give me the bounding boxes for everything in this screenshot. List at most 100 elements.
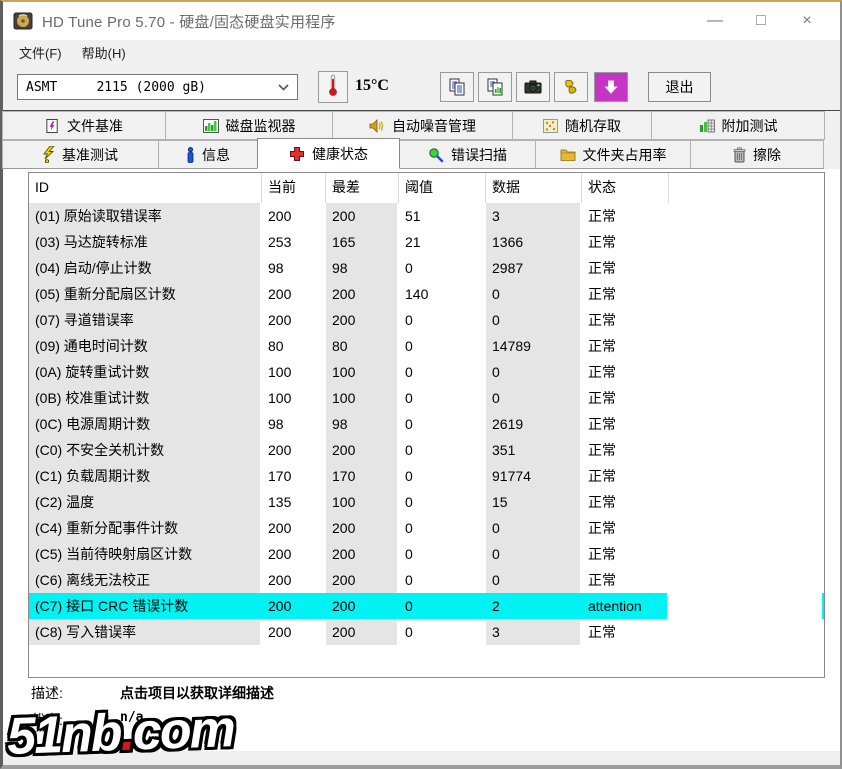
cell-threshold[interactable]: 0 <box>399 489 486 515</box>
drive-select[interactable]: ASMT 2115 (2000 gB) <box>17 74 298 100</box>
cell-threshold[interactable]: 51 <box>399 203 486 229</box>
tab-folder-usage[interactable]: 文件夹占用率 <box>535 140 691 169</box>
cell-data[interactable]: 0 <box>486 385 582 411</box>
cell-current[interactable]: 200 <box>262 567 326 593</box>
cell-status[interactable]: attention <box>582 593 669 619</box>
column-header[interactable]: 最差 <box>326 173 399 203</box>
cell-id[interactable]: (0B) 校准重试计数 <box>29 385 262 411</box>
cell-status[interactable]: 正常 <box>582 463 669 489</box>
cell-id[interactable]: (C2) 温度 <box>29 489 262 515</box>
menu-file[interactable]: 文件(F) <box>9 41 72 64</box>
copy-text-button[interactable] <box>440 72 474 102</box>
cell-worst[interactable]: 80 <box>326 333 399 359</box>
cell-data[interactable]: 0 <box>486 359 582 385</box>
cell-data[interactable]: 1366 <box>486 229 582 255</box>
cell-worst[interactable]: 200 <box>326 437 399 463</box>
table-row[interactable]: (C4) 重新分配事件计数 200 200 0 0 正常 <box>29 515 824 541</box>
cell-threshold[interactable]: 0 <box>399 385 486 411</box>
cell-current[interactable]: 100 <box>262 359 326 385</box>
cell-threshold[interactable]: 0 <box>399 593 486 619</box>
cell-status[interactable]: 正常 <box>582 203 669 229</box>
cell-id[interactable]: (C1) 负载周期计数 <box>29 463 262 489</box>
tab-error-scan[interactable]: 错误扫描 <box>399 140 536 169</box>
cell-current[interactable]: 200 <box>262 515 326 541</box>
cell-current[interactable]: 200 <box>262 619 326 645</box>
cell-data[interactable]: 14789 <box>486 333 582 359</box>
cell-worst[interactable]: 200 <box>326 541 399 567</box>
cell-status[interactable]: 正常 <box>582 541 669 567</box>
tab-auto-acoustic[interactable]: 自动噪音管理 <box>332 111 513 140</box>
cell-threshold[interactable]: 140 <box>399 281 486 307</box>
table-row[interactable]: (04) 启动/停止计数 98 98 0 2987 正常 <box>29 255 824 281</box>
cell-id[interactable]: (09) 通电时间计数 <box>29 333 262 359</box>
cell-id[interactable]: (03) 马达旋转标准 <box>29 229 262 255</box>
table-row[interactable]: (0C) 电源周期计数 98 98 0 2619 正常 <box>29 411 824 437</box>
cell-current[interactable]: 135 <box>262 489 326 515</box>
cell-status[interactable]: 正常 <box>582 307 669 333</box>
cell-threshold[interactable]: 0 <box>399 567 486 593</box>
tab-extra-tests[interactable]: 附加测试 <box>651 111 825 140</box>
cell-threshold[interactable]: 0 <box>399 307 486 333</box>
cell-id[interactable]: (05) 重新分配扇区计数 <box>29 281 262 307</box>
cell-data[interactable]: 351 <box>486 437 582 463</box>
cell-id[interactable]: (0C) 电源周期计数 <box>29 411 262 437</box>
cell-current[interactable]: 170 <box>262 463 326 489</box>
column-header[interactable]: 状态 <box>582 173 669 203</box>
cell-threshold[interactable]: 21 <box>399 229 486 255</box>
cell-status[interactable]: 正常 <box>582 385 669 411</box>
cell-data[interactable]: 2 <box>486 593 582 619</box>
screenshot-button[interactable] <box>516 72 550 102</box>
cell-status[interactable]: 正常 <box>582 515 669 541</box>
minimize-button[interactable]: — <box>692 6 738 36</box>
cell-worst[interactable]: 100 <box>326 359 399 385</box>
cell-status[interactable]: 正常 <box>582 489 669 515</box>
cell-current[interactable]: 200 <box>262 203 326 229</box>
maximize-button[interactable]: □ <box>738 6 784 36</box>
cell-worst[interactable]: 200 <box>326 619 399 645</box>
cell-current[interactable]: 98 <box>262 255 326 281</box>
cell-threshold[interactable]: 0 <box>399 515 486 541</box>
tab-file-benchmark[interactable]: 文件基准 <box>2 111 166 140</box>
cell-status[interactable]: 正常 <box>582 619 669 645</box>
exit-button[interactable]: 退出 <box>648 72 711 102</box>
cell-threshold[interactable]: 0 <box>399 359 486 385</box>
cell-id[interactable]: (C8) 写入错误率 <box>29 619 262 645</box>
cell-data[interactable]: 0 <box>486 567 582 593</box>
cell-threshold[interactable]: 0 <box>399 437 486 463</box>
cell-data[interactable]: 15 <box>486 489 582 515</box>
cell-worst[interactable]: 100 <box>326 489 399 515</box>
tab-disk-monitor[interactable]: 磁盘监视器 <box>165 111 333 140</box>
cell-id[interactable]: (C7) 接口 CRC 错误计数 <box>29 593 262 619</box>
cell-current[interactable]: 200 <box>262 307 326 333</box>
table-row[interactable]: (09) 通电时间计数 80 80 0 14789 正常 <box>29 333 824 359</box>
cell-current[interactable]: 200 <box>262 281 326 307</box>
cell-id[interactable]: (C0) 不安全关机计数 <box>29 437 262 463</box>
table-row[interactable]: (0B) 校准重试计数 100 100 0 0 正常 <box>29 385 824 411</box>
table-row[interactable]: (0A) 旋转重试计数 100 100 0 0 正常 <box>29 359 824 385</box>
cell-worst[interactable]: 165 <box>326 229 399 255</box>
column-header[interactable]: 当前 <box>262 173 326 203</box>
tab-random-access[interactable]: 随机存取 <box>512 111 652 140</box>
cell-data[interactable]: 3 <box>486 203 582 229</box>
tab-erase[interactable]: 擦除 <box>690 140 824 169</box>
table-row[interactable]: (C7) 接口 CRC 错误计数 200 200 0 2 attention <box>29 593 824 619</box>
cell-status[interactable]: 正常 <box>582 359 669 385</box>
table-row[interactable]: (C8) 写入错误率 200 200 0 3 正常 <box>29 619 824 645</box>
cell-id[interactable]: (C6) 离线无法校正 <box>29 567 262 593</box>
cell-status[interactable]: 正常 <box>582 255 669 281</box>
cell-status[interactable]: 正常 <box>582 411 669 437</box>
tab-benchmark[interactable]: 基准测试 <box>2 140 159 169</box>
menu-help[interactable]: 帮助(H) <box>72 41 136 64</box>
table-row[interactable]: (01) 原始读取错误率 200 200 51 3 正常 <box>29 203 824 229</box>
cell-data[interactable]: 2987 <box>486 255 582 281</box>
temperature-button[interactable] <box>318 71 348 103</box>
cell-id[interactable]: (04) 启动/停止计数 <box>29 255 262 281</box>
acoustic-button[interactable] <box>554 72 588 102</box>
cell-worst[interactable]: 98 <box>326 255 399 281</box>
cell-worst[interactable]: 200 <box>326 307 399 333</box>
download-button[interactable] <box>594 72 628 102</box>
cell-worst[interactable]: 200 <box>326 515 399 541</box>
cell-worst[interactable]: 170 <box>326 463 399 489</box>
cell-worst[interactable]: 200 <box>326 593 399 619</box>
cell-worst[interactable]: 200 <box>326 567 399 593</box>
